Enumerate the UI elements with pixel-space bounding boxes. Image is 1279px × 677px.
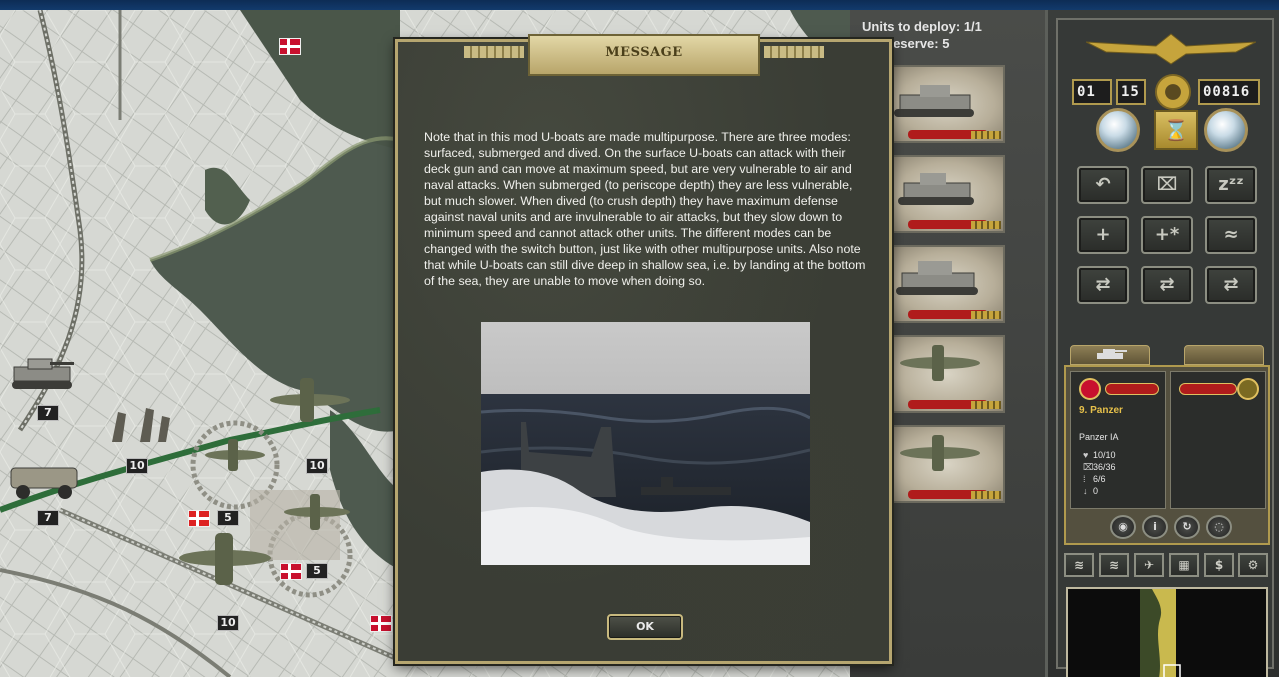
fighter-aircraft-unit[interactable] (200, 435, 270, 475)
disband-button[interactable]: ⌧ (1141, 166, 1193, 204)
prestige-button[interactable]: $ (1204, 553, 1234, 577)
embark-naval-button[interactable]: ⇄ (1077, 266, 1129, 304)
weather-right-orb-icon (1204, 108, 1248, 152)
unit-tab-secondary[interactable] (1184, 345, 1264, 365)
uboat-image (481, 322, 810, 565)
chain-decoration (971, 221, 1001, 229)
fighter-aircraft-icon (900, 435, 980, 471)
tank-icon (894, 85, 974, 117)
unit-strength-label: 5 (306, 563, 328, 579)
armored-car-unit[interactable] (5, 460, 85, 502)
reserve-unit-card[interactable] (888, 335, 1005, 413)
undo-button[interactable]: ↶ (1077, 166, 1129, 204)
stat-fuel: ⁞ 6/6 (1083, 474, 1106, 484)
reinforce-button[interactable]: + (1077, 216, 1129, 254)
experience-icon: ↓ (1083, 486, 1088, 496)
danish-flag-marker (279, 38, 301, 55)
tank-icon (898, 173, 974, 205)
turn-total-counter: 15 (1116, 79, 1146, 105)
german-flag-marker (188, 510, 210, 527)
dialog-body-text: Note that in this mod U-boats are made m… (424, 130, 866, 288)
eagle-emblem-icon (1086, 33, 1256, 65)
unit-tab-tank[interactable] (1070, 345, 1150, 365)
bomber-aircraft-unit[interactable] (175, 530, 275, 590)
tank-icon (1097, 349, 1127, 359)
stat-strength: ♥ 10/10 (1083, 450, 1116, 460)
sleep-button[interactable]: zᶻᶻ (1205, 166, 1257, 204)
unit-strength-label: 7 (37, 405, 59, 421)
unit-info-button[interactable]: i (1142, 515, 1168, 539)
infantry-unit[interactable] (100, 402, 180, 446)
heart-icon: ♥ (1083, 450, 1089, 460)
chain-decoration (971, 131, 1001, 139)
chain-decoration (971, 401, 1001, 409)
unit-info-left: 9. Panzer Panzer IA ♥ 10/10 ⌧36/36 ⁞ 6/6 ↓… (1070, 371, 1166, 509)
reserve-unit-card[interactable] (888, 245, 1005, 323)
uboat-photo (481, 322, 810, 565)
end-turn-hourglass-button[interactable]: ⌛ (1154, 110, 1198, 150)
chain-decoration (971, 311, 1001, 319)
wing-right-icon (764, 46, 824, 58)
bomber-aircraft-unit[interactable] (265, 375, 355, 425)
game-screen: 7 10 10 7 5 5 10 Units to deploy: 1/1 s … (0, 0, 1279, 677)
reserve-unit-card[interactable] (888, 155, 1005, 233)
control-panel: 01 15 00816 ⌛ ↶ ⌧ zᶻᶻ + +* ≈ ⇄ ⇄ ⇄ 9. Pa… (1045, 10, 1279, 677)
window-title-bar (0, 0, 1279, 10)
grid-toggle-button[interactable]: ▦ (1169, 553, 1199, 577)
minimap[interactable] (1066, 587, 1268, 677)
filter-ground-button[interactable]: ≋ (1064, 553, 1094, 577)
fighter-aircraft-unit[interactable] (280, 490, 355, 534)
danish-flag-marker (370, 615, 392, 632)
minimap-terrain (1140, 589, 1181, 677)
unit-rotate-button[interactable]: ↻ (1174, 515, 1200, 539)
stat-experience: ↓ 0 (1083, 486, 1099, 496)
danish-flag-marker (280, 563, 302, 580)
unit-info-right (1170, 371, 1266, 509)
switch-mode-button[interactable]: ⇄ (1205, 266, 1257, 304)
gear-icon (1155, 74, 1191, 110)
target-stars-bar (1179, 383, 1237, 395)
experience-stars-bar (1105, 383, 1159, 395)
unit-strength-label: 5 (217, 510, 239, 526)
settings-button[interactable]: ⚙ (1238, 553, 1268, 577)
filter-armor-button[interactable]: ≋ (1099, 553, 1129, 577)
unit-strength-label: 10 (217, 615, 239, 631)
tank-icon (896, 261, 978, 295)
upgrade-button[interactable]: ≈ (1205, 216, 1257, 254)
unit-type: Panzer IA (1079, 432, 1119, 442)
unit-name: 9. Panzer (1079, 405, 1123, 416)
unit-strength-label: 10 (126, 458, 148, 474)
unit-strength-label: 10 (306, 458, 328, 474)
unit-chat-button[interactable]: ◌ (1206, 515, 1232, 539)
reserve-unit-card[interactable] (888, 65, 1005, 143)
tank-unit[interactable] (8, 355, 78, 395)
filter-air-button[interactable]: ✈ (1134, 553, 1164, 577)
turn-current-counter: 01 (1072, 79, 1112, 105)
stat-ammo: ⌧36/36 (1083, 462, 1116, 472)
fighter-aircraft-icon (900, 345, 980, 381)
prestige-counter: 00816 (1198, 79, 1260, 105)
embark-air-button[interactable]: ⇄ (1141, 266, 1193, 304)
elite-reinforce-button[interactable]: +* (1141, 216, 1193, 254)
dialog-header: MESSAGE (464, 34, 824, 76)
unit-strength-label: 7 (37, 510, 59, 526)
reserve-unit-card[interactable] (888, 425, 1005, 503)
ammo-icon: ⌧ (1083, 462, 1094, 472)
wing-left-icon (464, 46, 524, 58)
unit-info-panel: 9. Panzer Panzer IA ♥ 10/10 ⌧36/36 ⁞ 6/6 ↓… (1064, 365, 1270, 545)
units-to-deploy-label: Units to deploy: 1/1 (862, 19, 982, 34)
control-panel-frame: 01 15 00816 ⌛ ↶ ⌧ zᶻᶻ + +* ≈ ⇄ ⇄ ⇄ 9. Pa… (1056, 18, 1274, 677)
weather-left-orb-icon (1096, 108, 1140, 152)
ok-button[interactable]: OK (607, 614, 683, 640)
fuel-icon: ⁞ (1083, 474, 1086, 484)
dialog-title: MESSAGE (605, 45, 683, 60)
target-nation-icon (1237, 378, 1259, 400)
chain-decoration (971, 491, 1001, 499)
unit-view-button[interactable]: ◉ (1110, 515, 1136, 539)
nation-flag-icon (1079, 378, 1101, 400)
message-dialog: MESSAGE Note that in this mod U-boats ar… (395, 34, 892, 664)
